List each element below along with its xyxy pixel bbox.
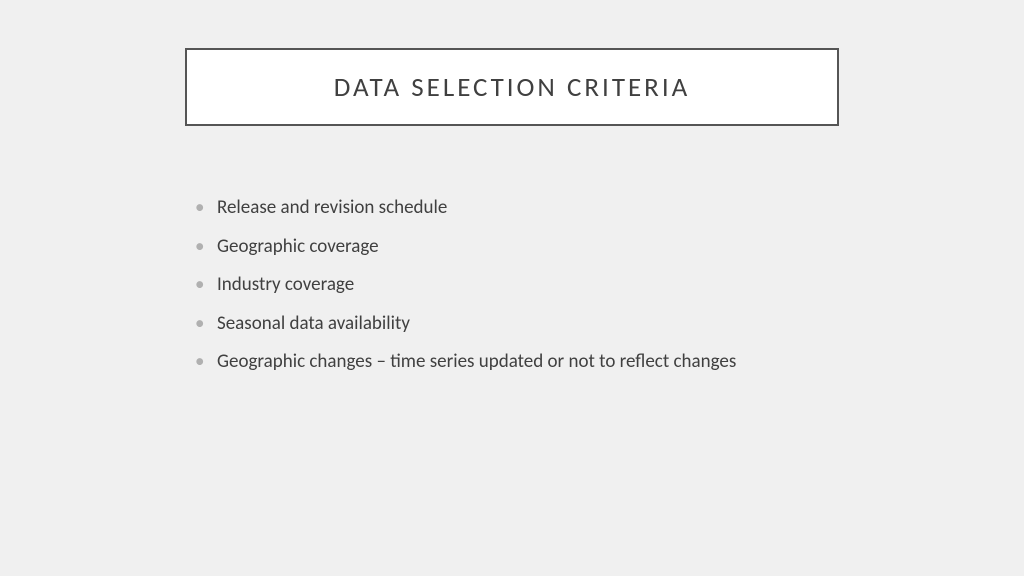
bullet-icon: • — [195, 311, 207, 338]
title-container: DATA SELECTION CRITERIA — [185, 48, 839, 126]
list-item: • Release and revision schedule — [195, 195, 895, 222]
bullet-text: Seasonal data availability — [217, 311, 895, 338]
bullet-icon: • — [195, 234, 207, 261]
bullet-icon: • — [195, 195, 207, 222]
bullet-icon: • — [195, 272, 207, 299]
bullet-text: Geographic coverage — [217, 234, 895, 261]
slide-title: DATA SELECTION CRITERIA — [334, 71, 691, 104]
bullet-icon: • — [195, 349, 207, 376]
list-item: • Industry coverage — [195, 272, 895, 299]
list-item: • Geographic changes – time series updat… — [195, 349, 895, 376]
bullet-text: Geographic changes – time series updated… — [217, 349, 895, 376]
list-item: • Geographic coverage — [195, 234, 895, 261]
bullet-list: • Release and revision schedule • Geogra… — [195, 195, 895, 388]
list-item: • Seasonal data availability — [195, 311, 895, 338]
bullet-text: Release and revision schedule — [217, 195, 895, 222]
bullet-text: Industry coverage — [217, 272, 895, 299]
